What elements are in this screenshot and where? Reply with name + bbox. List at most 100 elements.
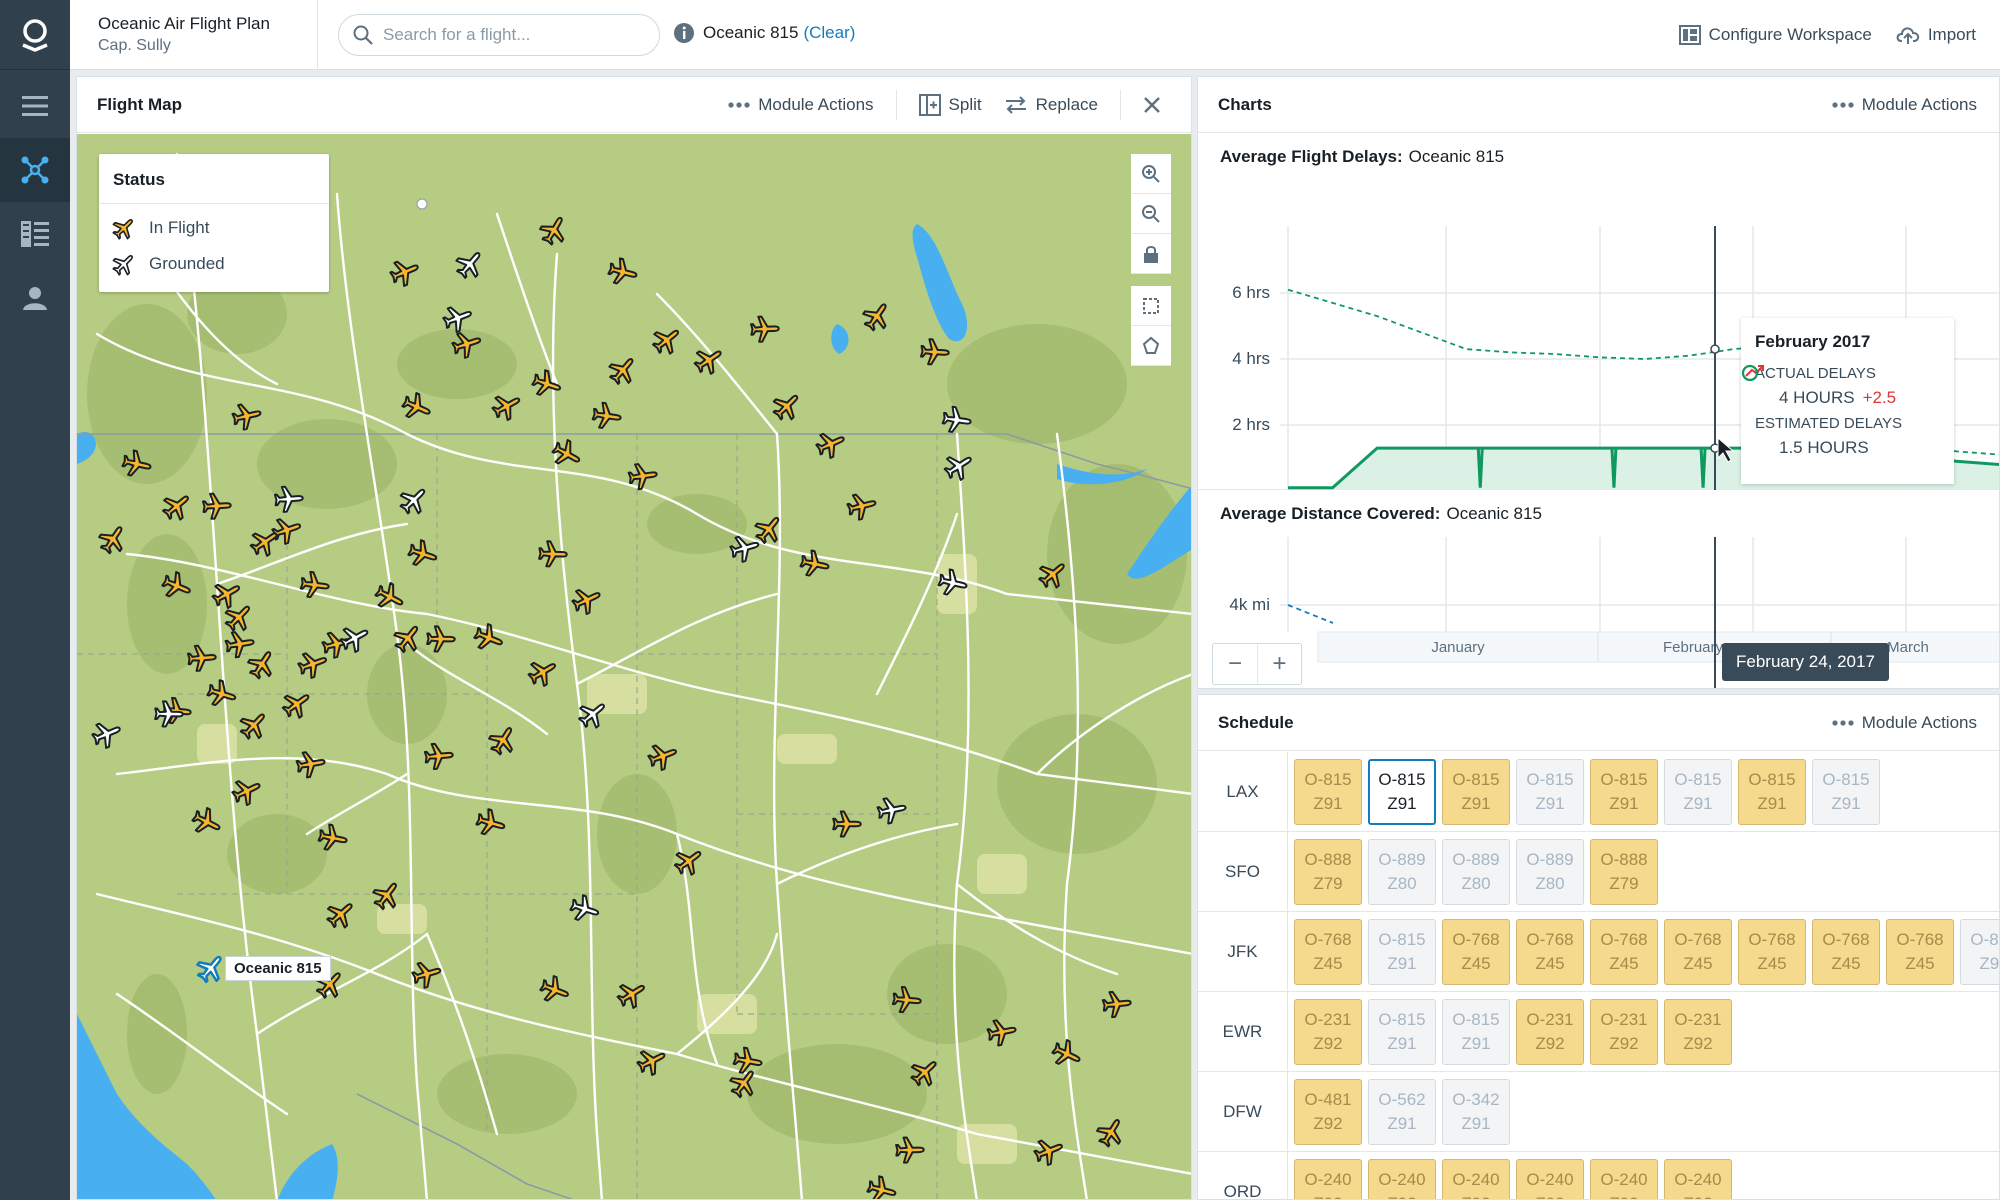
plane-icon[interactable] bbox=[337, 621, 373, 656]
plane-icon[interactable] bbox=[919, 338, 950, 366]
plane-icon[interactable] bbox=[229, 774, 265, 809]
plane-icon[interactable] bbox=[231, 401, 263, 432]
flight-slot[interactable]: O-815 Z91 bbox=[1368, 759, 1436, 825]
flight-slot[interactable]: O-768 Z45 bbox=[1294, 919, 1362, 985]
split-button[interactable]: Split bbox=[897, 77, 1004, 133]
flight-slot[interactable]: O-815 Z91 bbox=[1294, 759, 1362, 825]
configure-workspace-button[interactable]: Configure Workspace bbox=[1678, 25, 1872, 45]
flight-slot[interactable]: O-231 Z92 bbox=[1590, 999, 1658, 1065]
flight-slot[interactable]: O-815 Z91 bbox=[1516, 759, 1584, 825]
flight-slot[interactable]: O-815 Z91 bbox=[1442, 759, 1510, 825]
plane-icon[interactable] bbox=[399, 390, 434, 424]
flight-slot[interactable]: O-481 Z92 bbox=[1294, 1079, 1362, 1145]
flight-slot[interactable]: O-240 Z92 bbox=[1442, 1159, 1510, 1199]
chart-zoom-out-button[interactable]: − bbox=[1213, 644, 1257, 684]
plane-icon[interactable] bbox=[270, 514, 304, 547]
delays-chart[interactable]: 6 hrs 4 hrs 2 hrs February 2017 ACTUAL DEL… bbox=[1198, 180, 1999, 490]
map-canvas[interactable]: Status In Flight Grounded Oceanic 815 bbox=[77, 134, 1192, 1200]
module-actions-button[interactable]: Module Actions bbox=[706, 77, 895, 133]
plane-icon[interactable] bbox=[485, 722, 521, 759]
polygon-select-icon[interactable] bbox=[1131, 326, 1171, 366]
flight-slot[interactable]: O-231 Z92 bbox=[1664, 999, 1732, 1065]
flight-slot[interactable]: O-815 Z91 bbox=[1664, 759, 1732, 825]
menu-icon[interactable] bbox=[0, 74, 70, 138]
select-area-icon[interactable] bbox=[1131, 286, 1171, 326]
plane-icon[interactable] bbox=[489, 388, 525, 423]
plane-icon[interactable] bbox=[648, 322, 685, 359]
flight-slot[interactable]: O-240 Z92 bbox=[1516, 1159, 1584, 1199]
flight-slot[interactable]: O-240 Z92 bbox=[1664, 1159, 1732, 1199]
flight-slot[interactable]: O-768 Z45 bbox=[1664, 919, 1732, 985]
flight-slot[interactable]: O-562 Z91 bbox=[1368, 1079, 1436, 1145]
plane-icon[interactable] bbox=[1093, 1114, 1129, 1150]
plan-info[interactable]: Oceanic Air Flight Plan Cap. Sully bbox=[70, 0, 318, 70]
list-view-icon[interactable] bbox=[0, 202, 70, 266]
plane-icon[interactable] bbox=[530, 368, 564, 401]
plane-icon[interactable] bbox=[158, 488, 195, 525]
selected-plane-icon[interactable] bbox=[193, 949, 230, 986]
plane-icon[interactable] bbox=[1049, 1037, 1085, 1072]
plane-icon[interactable] bbox=[605, 351, 642, 388]
import-button[interactable]: Import bbox=[1896, 25, 1976, 45]
flight-slot[interactable]: O-889 Z80 bbox=[1368, 839, 1436, 905]
palantir-logo-icon[interactable] bbox=[0, 0, 70, 70]
plane-icon[interactable] bbox=[406, 538, 440, 570]
plane-icon[interactable] bbox=[525, 654, 561, 690]
plane-icon[interactable] bbox=[387, 255, 422, 289]
search-input[interactable] bbox=[383, 25, 633, 45]
flight-slot[interactable]: O-768 Z45 bbox=[1738, 919, 1806, 985]
flight-slot[interactable]: O-888 Z79 bbox=[1294, 839, 1362, 905]
plane-icon[interactable] bbox=[846, 491, 879, 522]
replace-button[interactable]: Replace bbox=[1004, 77, 1120, 133]
plane-icon[interactable] bbox=[614, 976, 651, 1012]
flight-slot[interactable]: O-768 Z45 bbox=[1442, 919, 1510, 985]
plane-icon[interactable] bbox=[322, 896, 359, 933]
plane-icon[interactable] bbox=[452, 245, 489, 282]
flight-slot[interactable]: O-815 Z91 bbox=[1368, 919, 1436, 985]
zoom-out-icon[interactable] bbox=[1131, 194, 1171, 234]
plane-icon[interactable] bbox=[859, 298, 895, 335]
plane-icon[interactable] bbox=[876, 795, 908, 825]
plane-icon[interactable] bbox=[670, 843, 707, 880]
plane-icon[interactable] bbox=[691, 342, 728, 378]
chart-zoom-in-button[interactable]: + bbox=[1257, 644, 1301, 684]
plane-icon[interactable] bbox=[89, 717, 124, 751]
plane-icon[interactable] bbox=[768, 387, 805, 424]
plane-icon[interactable] bbox=[607, 257, 640, 288]
flight-slot[interactable]: O-889 Z80 bbox=[1516, 839, 1584, 905]
plane-icon[interactable] bbox=[235, 706, 272, 743]
selected-flight-label[interactable]: Oceanic 815 bbox=[225, 956, 331, 981]
flight-slot[interactable]: O-889 Z80 bbox=[1442, 839, 1510, 905]
flight-slot[interactable]: O-240 Z92 bbox=[1294, 1159, 1362, 1199]
flight-slot[interactable]: O-815 Z91 bbox=[1738, 759, 1806, 825]
flight-slot[interactable]: O-815 Z91 bbox=[1590, 759, 1658, 825]
plane-icon[interactable] bbox=[423, 742, 454, 770]
flight-slot[interactable]: O-768 Z45 bbox=[1590, 919, 1658, 985]
zoom-in-icon[interactable] bbox=[1131, 154, 1171, 194]
plane-icon[interactable] bbox=[865, 1174, 898, 1200]
plane-icon[interactable] bbox=[568, 893, 602, 925]
plane-icon[interactable] bbox=[591, 401, 623, 431]
plane-icon[interactable] bbox=[295, 749, 326, 779]
plane-icon[interactable] bbox=[247, 524, 284, 560]
flight-slot[interactable]: O-815 Z91 bbox=[1368, 999, 1436, 1065]
clear-context-link[interactable]: (Clear) bbox=[803, 23, 855, 43]
flight-slot[interactable]: O-231 Z92 bbox=[1516, 999, 1584, 1065]
flight-slot[interactable]: O-815 Z91 bbox=[1960, 919, 1999, 985]
plane-icon[interactable] bbox=[1101, 990, 1132, 1019]
plane-icon[interactable] bbox=[750, 315, 780, 343]
map-base[interactable] bbox=[77, 134, 1192, 1200]
plane-icon[interactable] bbox=[536, 212, 571, 248]
module-actions-button[interactable]: Module Actions bbox=[1810, 77, 1999, 133]
graph-icon[interactable] bbox=[0, 138, 70, 202]
search-box[interactable] bbox=[338, 14, 660, 56]
plane-icon[interactable] bbox=[244, 646, 280, 683]
flight-slot[interactable]: O-888 Z79 bbox=[1590, 839, 1658, 905]
flight-slot[interactable]: O-768 Z45 bbox=[1812, 919, 1880, 985]
plane-icon[interactable] bbox=[474, 807, 507, 839]
plane-icon[interactable] bbox=[95, 521, 131, 558]
plane-icon[interactable] bbox=[646, 739, 681, 772]
legend-item-in-flight[interactable]: In Flight bbox=[99, 210, 329, 246]
flight-slot[interactable]: O-815 Z91 bbox=[1442, 999, 1510, 1065]
plane-icon[interactable] bbox=[1032, 1134, 1067, 1167]
